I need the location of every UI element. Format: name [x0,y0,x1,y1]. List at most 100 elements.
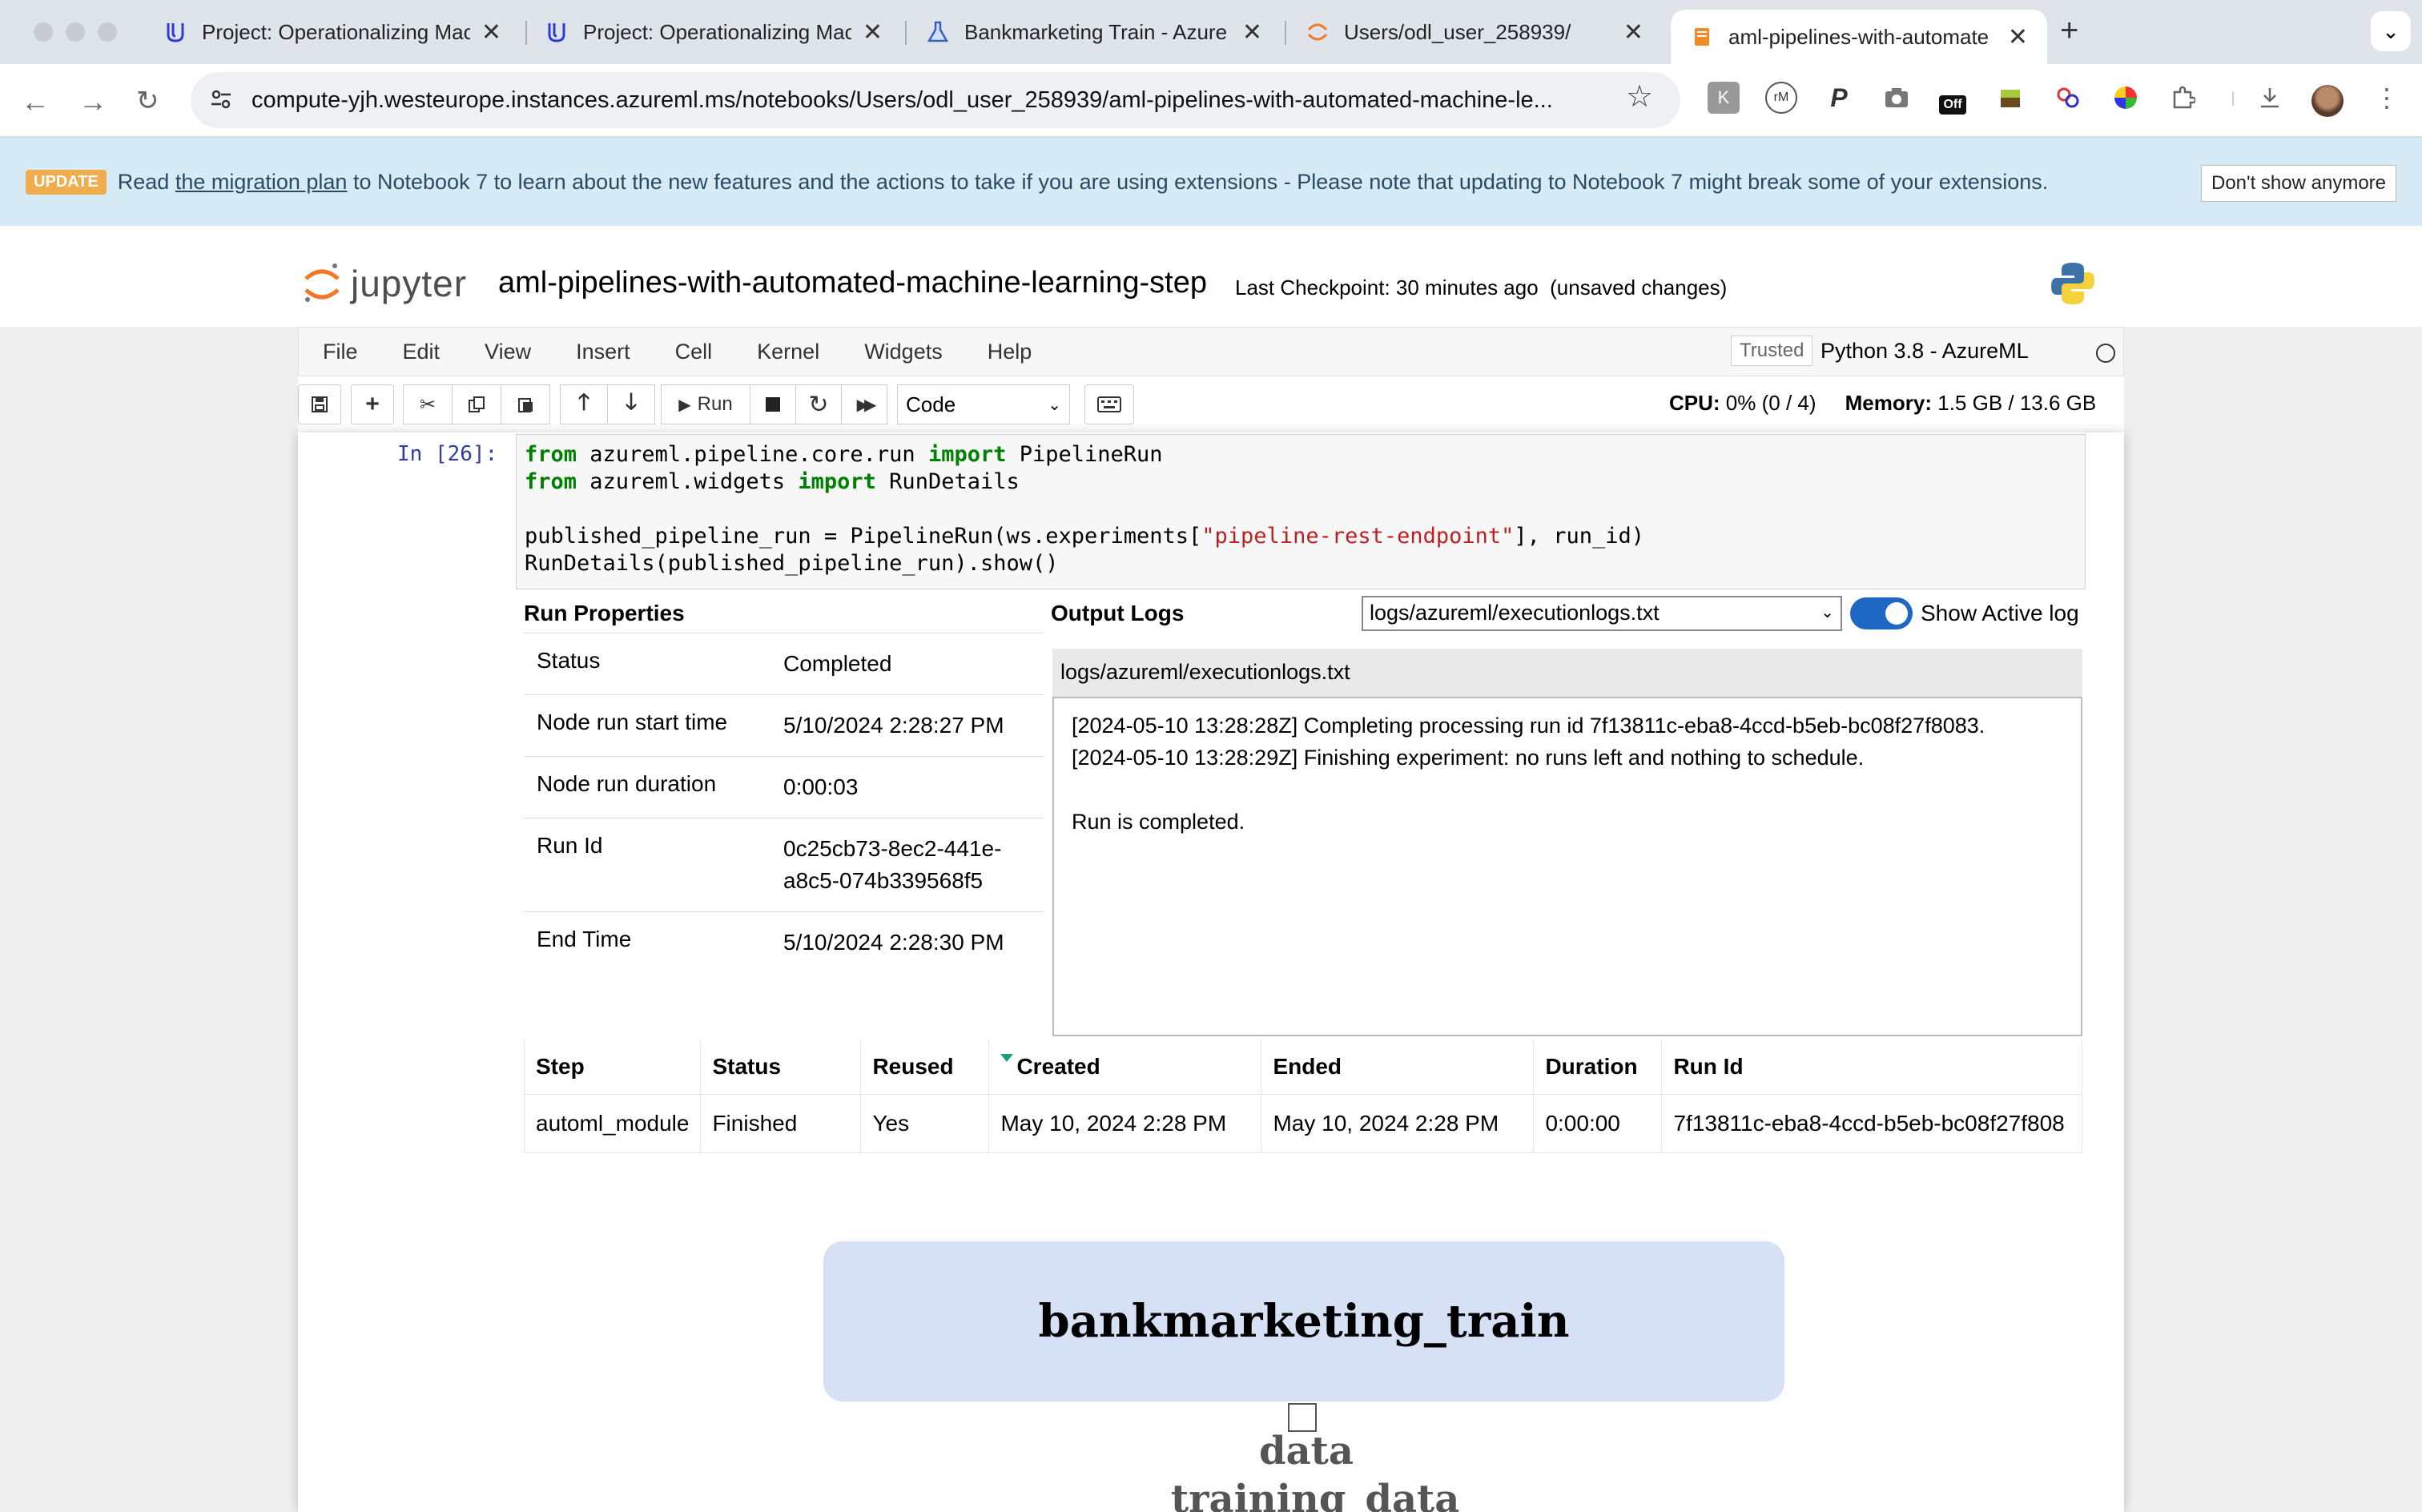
unsaved-changes: (unsaved changes) [1550,275,1728,300]
keyboard-shortcuts-icon[interactable] [1084,384,1134,424]
move-up-arrow-icon[interactable]: 🡑 [560,384,608,424]
tab-search-chevron-icon[interactable]: ⌄ [2371,11,2411,51]
interrupt-stop-icon[interactable] [750,384,796,424]
move-down-arrow-icon[interactable]: 🡓 [607,384,655,424]
column-header-duration[interactable]: Duration [1533,1040,1663,1095]
extension-link-icon[interactable] [2052,82,2084,114]
extension-bucket-icon[interactable] [1994,82,2026,114]
paste-icon[interactable] [501,384,550,424]
table-cell: May 10, 2024 2:28 PM [988,1094,1262,1153]
run-button[interactable]: ▶ Run [661,384,750,424]
sort-desc-icon [1000,1054,1014,1062]
table-cell: automl_module [523,1094,702,1153]
menu-widgets[interactable]: Widgets [842,340,965,364]
site-settings-icon[interactable] [208,86,234,119]
extension-off-icon[interactable]: Off [1937,82,1969,115]
menu-view[interactable]: View [462,340,553,364]
tab-title: Project: Operationalizing Mac [202,19,470,44]
restart-run-all-icon[interactable]: ▶▶ [841,384,887,424]
download-icon[interactable] [2254,82,2286,114]
back-arrow-icon[interactable]: ← [21,85,50,119]
menu-cell[interactable]: Cell [653,340,735,364]
log-content[interactable]: [2024-05-10 13:28:28Z] Completing proces… [1052,697,2082,1036]
python-logo-icon [2049,259,2097,312]
window-minimize-button[interactable] [66,22,85,42]
window-close-button[interactable] [34,22,53,42]
resource-usage: CPU: 0% (0 / 4) Memory: 1.5 GB / 13.6 GB [1669,391,2096,416]
cell-type-select[interactable]: Code ⌄ [897,384,1070,424]
menu-file[interactable]: File [299,340,380,364]
copy-icon[interactable] [452,384,501,424]
browser-tab-4[interactable]: Users/odl_user_258939/ ✕ [1286,8,1663,56]
menu-help[interactable]: Help [965,340,1055,364]
menu-kernel[interactable]: Kernel [734,340,842,364]
code-line: from azureml.pipeline.core.run import Pi… [525,442,1163,467]
column-header-status[interactable]: Status [700,1040,862,1095]
extension-p-icon[interactable]: P [1823,82,1855,114]
menu-insert[interactable]: Insert [553,340,653,364]
property-key: Node run start time [537,710,728,734]
kernel-name[interactable]: Python 3.8 - AzureML [1821,339,2029,364]
column-header-ended[interactable]: Ended [1261,1040,1535,1095]
dont-show-anymore-button[interactable]: Don't show anymore [2200,165,2396,202]
forward-arrow-icon[interactable]: → [78,85,107,119]
last-checkpoint: Last Checkpoint: 30 minutes ago [1235,275,1539,300]
column-header-reused[interactable]: Reused [860,1040,990,1095]
migration-plan-link[interactable]: the migration plan [175,170,348,195]
trusted-indicator[interactable]: Trusted [1731,336,1813,366]
table-cell: Finished [700,1094,862,1153]
window-zoom-button[interactable] [98,22,117,42]
close-icon[interactable]: ✕ [1242,18,1262,46]
extension-color-wheel-icon[interactable] [2110,82,2142,114]
browser-tab-2[interactable]: Project: Operationalizing Mac ✕ [525,8,902,56]
table-row[interactable]: automl_module Finished Yes May 10, 2024 … [523,1094,2082,1153]
insert-cell-plus-icon[interactable]: + [351,384,394,424]
update-text-after: to Notebook 7 to learn about the new fea… [352,169,2049,194]
notebook-name[interactable]: aml-pipelines-with-automated-machine-lea… [498,266,1207,300]
reload-icon[interactable]: ↻ [136,85,159,117]
close-icon[interactable]: ✕ [863,18,883,46]
notebook-icon [1690,25,1714,49]
address-bar[interactable]: compute-yjh.westeurope.instances.azureml… [191,72,1680,128]
code-line: from azureml.widgets import RunDetails [525,469,1020,494]
jupyter-logo-icon [304,263,340,302]
log-file-header: logs/azureml/executionlogs.txt [1052,649,2082,697]
restart-kernel-icon[interactable]: ↻ [795,384,842,424]
cell-type-value: Code [906,392,956,416]
udacity-icon [163,20,187,44]
memory-value: 1.5 GB / 13.6 GB [1937,391,2097,415]
profile-avatar[interactable] [2311,85,2344,117]
browser-tab-3[interactable]: Bankmarketing Train - Azure / ✕ [907,8,1281,56]
pipeline-steps-table: Step Status Reused Created Ended Duratio… [523,1040,2082,1153]
extension-rm-icon[interactable]: rM [1765,82,1797,114]
log-file-select[interactable]: logs/azureml/executionlogs.txt ⌄ [1362,596,1842,631]
menu-edit[interactable]: Edit [380,340,463,364]
column-header-step[interactable]: Step [523,1040,702,1095]
pipeline-graph-node[interactable]: bankmarketing_train [823,1241,1784,1401]
jupyter-logo[interactable]: jupyter [303,259,467,308]
browser-tab-1[interactable]: Project: Operationalizing Mac ✕ [144,8,521,56]
browser-menu-icon[interactable]: ⋮ [2371,82,2403,114]
extension-1-icon[interactable]: K [1708,82,1740,114]
code-cell-editor[interactable]: from azureml.pipeline.core.run import Pi… [516,434,2086,589]
property-key: End Time [537,927,632,951]
column-header-created[interactable]: Created [988,1040,1262,1095]
url-text: compute-yjh.westeurope.instances.azureml… [251,86,1553,113]
browser-tab-active[interactable]: aml-pipelines-with-automate ✕ [1671,10,2047,64]
code-line: RunDetails(published_pipeline_run).show(… [525,551,1059,576]
property-key: Node run duration [537,771,717,796]
cut-scissors-icon[interactable]: ✂ [403,384,453,424]
close-icon[interactable]: ✕ [481,18,501,46]
save-icon[interactable] [298,384,341,424]
play-icon: ▶ [678,396,691,414]
column-header-run-id[interactable]: Run Id [1661,1040,2082,1095]
camera-icon[interactable] [1881,82,1913,114]
close-icon[interactable]: ✕ [1623,18,1644,46]
show-active-log-toggle[interactable] [1850,597,1913,629]
close-icon[interactable]: ✕ [2008,23,2028,51]
extensions-puzzle-icon[interactable] [2167,82,2199,114]
new-tab-plus-icon[interactable]: + [2060,13,2078,49]
udacity-icon [545,20,569,44]
bookmark-star-icon[interactable]: ☆ [1626,78,1653,115]
